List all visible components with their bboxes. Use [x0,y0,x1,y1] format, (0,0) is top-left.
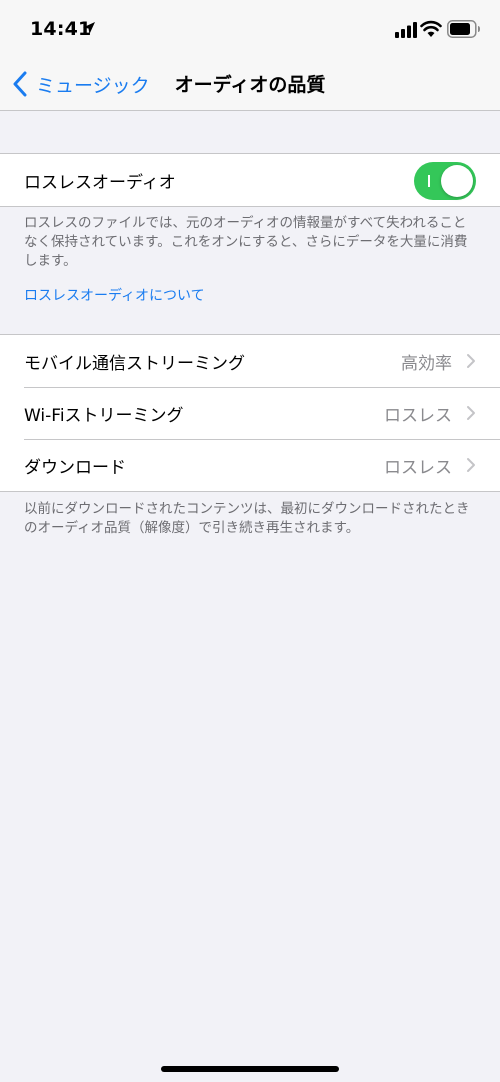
wifi-icon [420,20,442,37]
wifi-streaming-value: ロスレス [384,405,452,426]
streaming-footnote: 以前にダウンロードされたコンテンツは、最初にダウンロードされたときのオーディオ品… [24,501,470,536]
navigation-bar: ミュージック オーディオの品質 [0,58,500,111]
lossless-audio-label: ロスレスオーディオ [24,172,176,193]
cellular-signal-icon [395,22,417,38]
download-label: ダウンロード [24,457,126,478]
chevron-right-icon [467,458,475,472]
toggle-knob [441,165,473,197]
streaming-group: モバイル通信ストリーミング 高効率 Wi-Fiストリーミング ロスレス ダウンロ… [0,334,500,492]
cellular-streaming-label: モバイル通信ストリーミング [24,353,245,374]
wifi-streaming-row[interactable]: Wi-Fiストリーミング ロスレス [0,387,500,439]
toggle-on-indicator [428,175,430,187]
download-row[interactable]: ダウンロード ロスレス [0,439,500,491]
lossless-audio-row: ロスレスオーディオ [0,154,500,206]
cellular-streaming-row[interactable]: モバイル通信ストリーミング 高効率 [0,335,500,387]
cellular-streaming-value: 高効率 [401,353,452,374]
chevron-right-icon [467,354,475,368]
location-arrow-icon [83,22,95,34]
page-title: オーディオの品質 [0,70,500,97]
home-indicator[interactable] [161,1066,339,1072]
battery-icon [447,20,480,38]
lossless-audio-toggle[interactable] [414,162,476,200]
chevron-right-icon [467,406,475,420]
download-value: ロスレス [384,457,452,478]
lossless-audio-about-link[interactable]: ロスレスオーディオについて [24,285,205,305]
lossless-description: ロスレスのファイルでは、元のオーディオの情報量がすべて失われることなく保持されて… [24,215,468,269]
lossless-group: ロスレスオーディオ [0,153,500,207]
page-title-text: オーディオの品質 [174,74,326,96]
wifi-streaming-label: Wi-Fiストリーミング [24,405,184,426]
status-bar: 14:41 [0,0,500,58]
